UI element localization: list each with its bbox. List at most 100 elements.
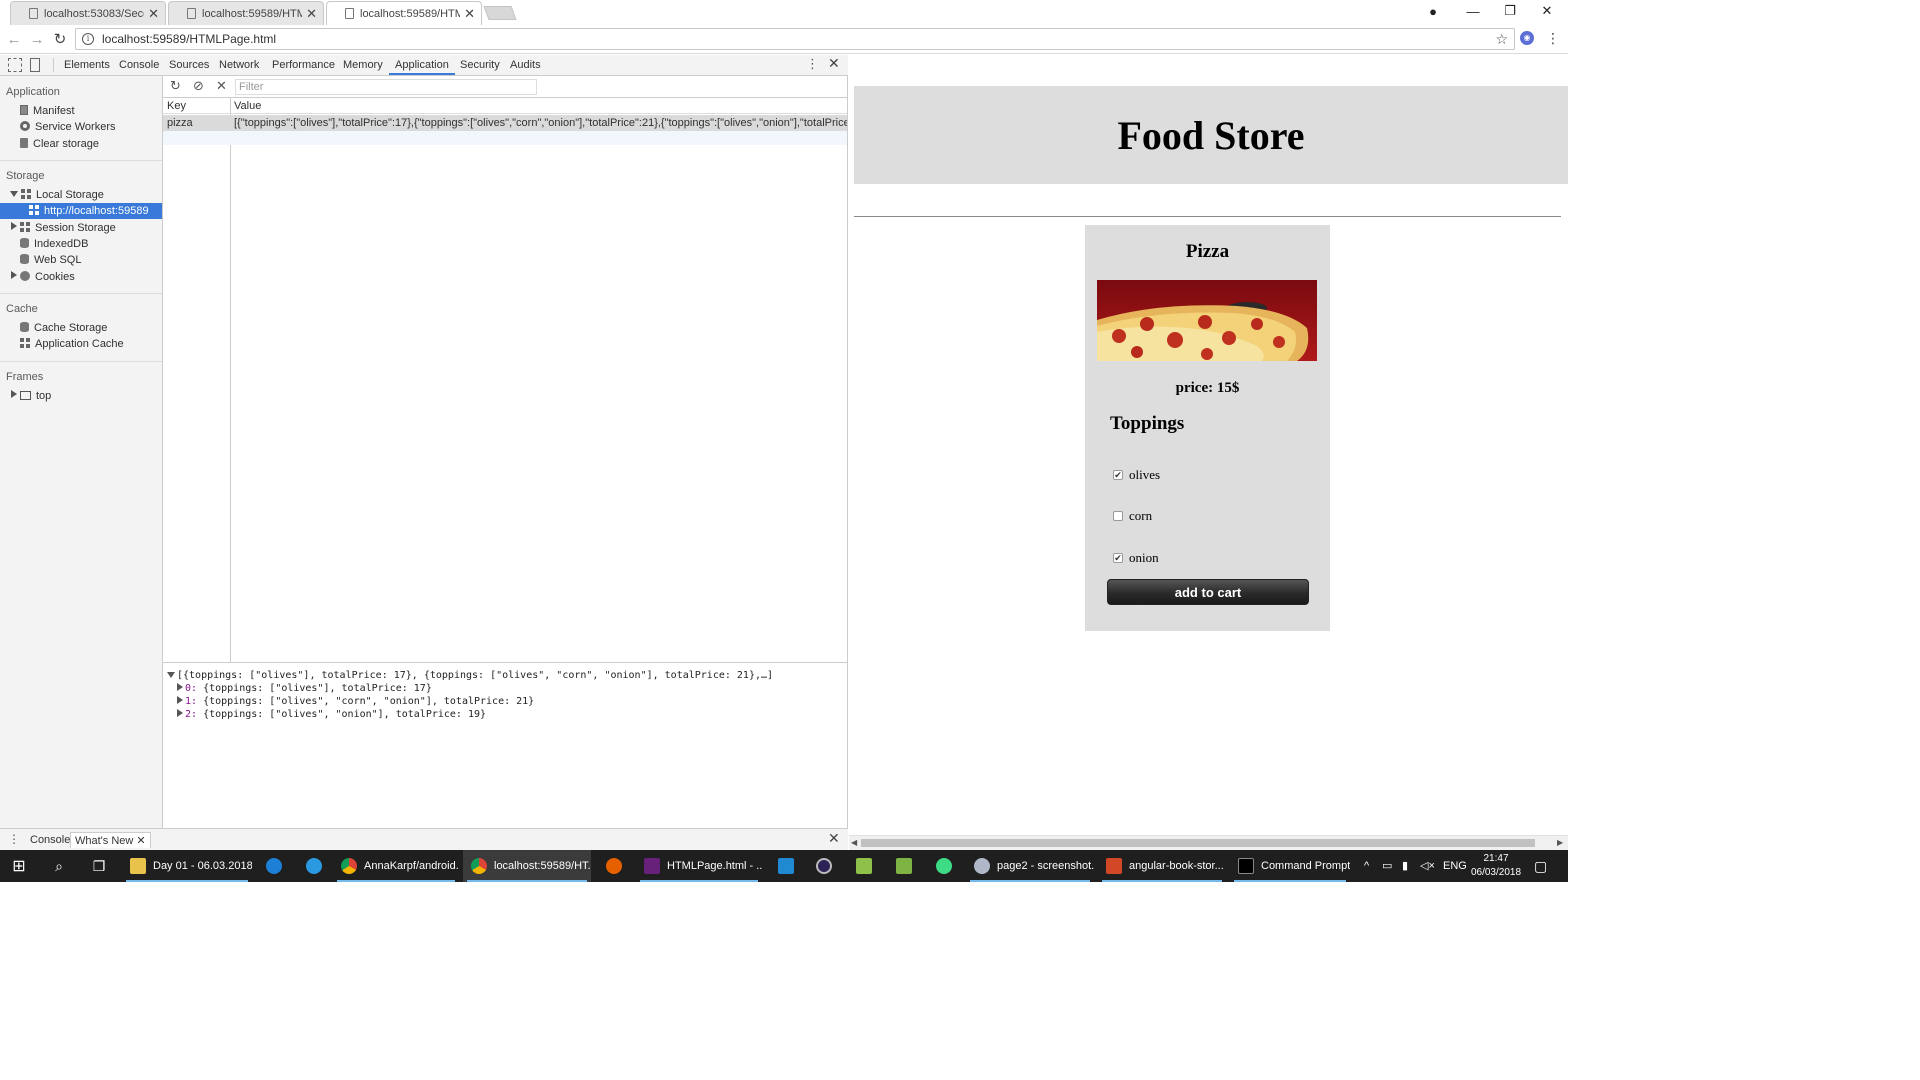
column-header-key[interactable]: Key [167,98,186,114]
horizontal-scrollbar[interactable]: ◀ ▶ [849,835,1568,850]
topping-checkbox-olives[interactable]: ✔ [1113,470,1123,480]
sidebar-item-session-storage[interactable]: Session Storage [0,220,162,236]
browser-menu-icon[interactable]: ⋮ [1546,30,1560,47]
tab-memory[interactable]: Memory [343,55,383,75]
taskbar-item-vscode[interactable] [770,850,800,882]
drawer-tab-whats-new[interactable]: What's New ✕ [70,832,151,848]
taskbar-item-notepad[interactable] [848,850,878,882]
delete-selected-icon[interactable]: ✕ [216,79,227,93]
sidebar-item-clear-storage[interactable]: Clear storage [0,136,162,152]
tab-application[interactable]: Application [389,55,455,75]
profile-icon[interactable]: ● [1414,0,1452,22]
topping-olives[interactable]: ✔ olives [1113,467,1160,483]
browser-tab-1[interactable]: localhost:53083/Second ✕ [10,1,166,25]
sidebar-item-indexeddb[interactable]: IndexedDB [0,236,162,252]
topping-onion[interactable]: ✔ onion [1113,550,1159,566]
sidebar-item-cookies[interactable]: Cookies [0,269,162,285]
tab-close-icon[interactable]: ✕ [148,6,159,22]
taskbar-item-eclipse[interactable] [808,850,838,882]
new-tab-button[interactable] [483,6,517,20]
restore-icon[interactable]: ❐ [1491,0,1529,22]
add-to-cart-button[interactable]: add to cart [1107,579,1309,605]
drawer-close-icon[interactable]: ✕ [828,830,840,847]
bookmark-star-icon[interactable]: ☆ [1495,31,1508,48]
taskbar-item-firefox[interactable] [598,850,628,882]
taskbar-item-chrome-github[interactable]: AnnaKarpf/android... [333,850,459,882]
filter-input[interactable] [235,79,537,95]
address-bar[interactable]: i localhost:59589/HTMLPage.html ☆ [75,28,1515,50]
tab-close-icon[interactable]: ✕ [464,6,475,22]
battery-icon[interactable]: ▮ [1402,850,1408,882]
taskbar-item-powerpoint[interactable]: angular-book-stor... [1098,850,1226,882]
tab-security[interactable]: Security [460,55,500,75]
collapse-arrow-icon[interactable] [11,271,17,279]
expand-arrow-icon[interactable] [10,191,18,197]
scrollbar-thumb[interactable] [861,839,1535,847]
refresh-icon[interactable]: ↻ [170,79,181,93]
windows-start-icon[interactable]: ⊞ [0,850,38,882]
preview-item[interactable]: 2: {toppings: ["olives", "onion"], total… [167,708,847,721]
taskbar-item-android-studio[interactable] [928,850,958,882]
topping-checkbox-onion[interactable]: ✔ [1113,553,1123,563]
sidebar-item-service-workers[interactable]: Service Workers [0,119,162,135]
taskbar-item-edge[interactable] [258,850,288,882]
tab-network[interactable]: Network [219,55,259,75]
empty-table-row[interactable] [163,131,847,145]
tab-audits[interactable]: Audits [510,55,541,75]
preview-summary-line[interactable]: [{toppings: ["olives"], totalPrice: 17},… [167,669,847,682]
show-hidden-icons-icon[interactable]: ^ [1364,850,1369,882]
tab-sources[interactable]: Sources [169,55,209,75]
tab-performance[interactable]: Performance [272,55,335,75]
collapse-arrow-icon[interactable] [11,390,17,398]
preview-item[interactable]: 0: {toppings: ["olives"], totalPrice: 17… [167,682,847,695]
system-clock[interactable]: 21:47 06/03/2018 [1466,852,1526,880]
collapse-arrow-icon[interactable] [177,683,183,691]
drawer-tab-console[interactable]: Console [26,832,74,848]
taskbar-item-visual-studio[interactable]: HTMLPage.html - ... [636,850,762,882]
device-toolbar-icon[interactable] [30,58,40,72]
topping-corn[interactable]: corn [1113,508,1152,524]
clear-all-icon[interactable]: ⊘ [193,79,204,93]
collapse-arrow-icon[interactable] [11,222,17,230]
taskbar-item-chrome-localhost[interactable]: localhost:59589/HT... [463,850,591,882]
devtools-menu-icon[interactable]: ⋮ [806,56,819,72]
tab-close-icon[interactable]: ✕ [306,6,317,22]
search-icon[interactable]: ⌕ [40,850,78,882]
expand-arrow-icon[interactable] [167,672,175,678]
volume-icon[interactable]: ◁× [1420,850,1435,882]
table-row[interactable]: pizza [{"toppings":["olives"],"totalPric… [163,115,847,131]
info-icon[interactable]: i [82,33,94,45]
taskbar-item-command-prompt[interactable]: Command Prompt [1230,850,1350,882]
topping-checkbox-corn[interactable] [1113,511,1123,521]
browser-tab-3[interactable]: localhost:59589/HTMLPa ✕ [326,1,482,25]
notifications-icon[interactable]: ▢ [1534,850,1547,882]
drawer-tab-close-icon[interactable]: ✕ [136,835,145,847]
sidebar-item-websql[interactable]: Web SQL [0,252,162,268]
collapse-arrow-icon[interactable] [177,709,183,717]
window-close-icon[interactable]: ✕ [1528,0,1566,22]
task-view-icon[interactable]: ❐ [80,850,118,882]
taskbar-item-ie[interactable] [298,850,328,882]
minimize-icon[interactable]: — [1454,0,1492,22]
sidebar-item-local-storage-origin[interactable]: http://localhost:59589 [0,203,162,219]
sidebar-item-manifest[interactable]: Manifest [0,103,162,119]
network-icon[interactable]: ▭ [1382,850,1392,882]
sidebar-item-application-cache[interactable]: Application Cache [0,336,162,352]
collapse-arrow-icon[interactable] [177,696,183,704]
preview-item[interactable]: 1: {toppings: ["olives", "corn", "onion"… [167,695,847,708]
back-icon[interactable]: ← [4,29,24,49]
tab-console[interactable]: Console [119,55,159,75]
reload-icon[interactable]: ↻ [50,29,70,49]
extension-icon[interactable]: ◉ [1520,31,1534,45]
sidebar-item-cache-storage[interactable]: Cache Storage [0,320,162,336]
drawer-menu-icon[interactable]: ⋮ [8,832,20,846]
scroll-right-icon[interactable]: ▶ [1557,838,1563,847]
language-indicator[interactable]: ENG [1443,850,1467,882]
column-header-value[interactable]: Value [234,98,261,114]
inspect-element-icon[interactable] [8,58,22,72]
forward-icon[interactable]: → [27,29,47,49]
sidebar-item-frame-top[interactable]: top [0,388,162,404]
sidebar-item-local-storage[interactable]: Local Storage [0,187,162,203]
taskbar-item-explorer[interactable]: Day 01 - 06.03.2018 [122,850,252,882]
browser-tab-2[interactable]: localhost:59589/HTMLPa ✕ [168,1,324,25]
